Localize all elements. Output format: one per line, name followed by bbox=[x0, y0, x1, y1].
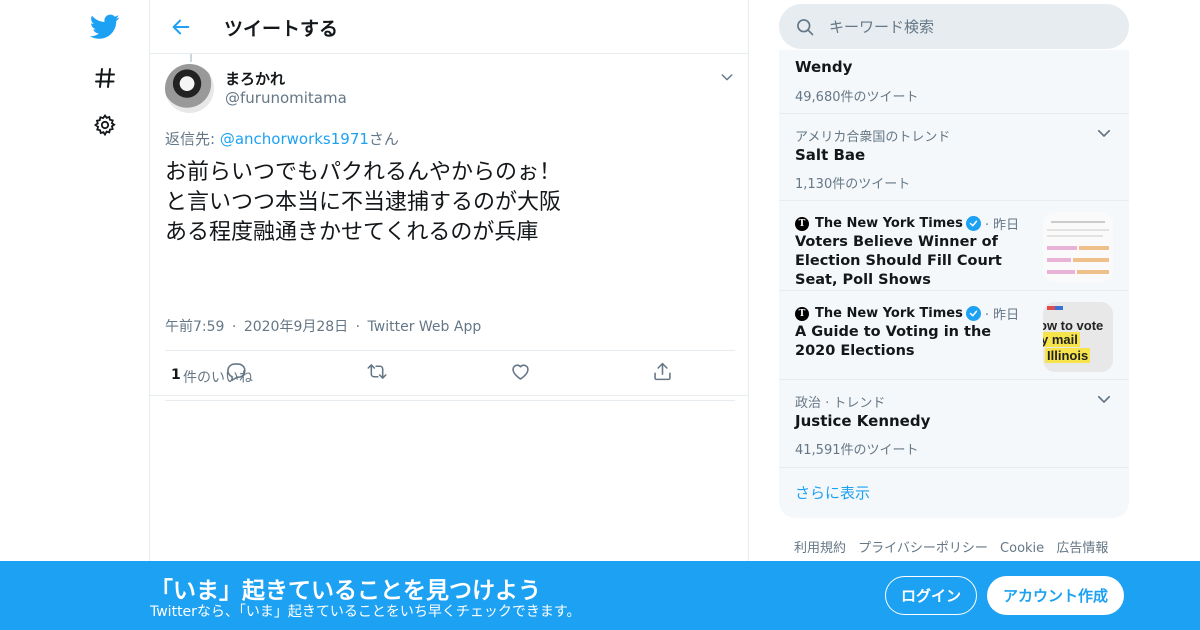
news-time: · 昨日 bbox=[984, 308, 1020, 323]
left-nav bbox=[80, 0, 150, 630]
news-headline: Voters Believe Winner of Election Should… bbox=[795, 234, 1002, 288]
search-input[interactable] bbox=[829, 14, 1109, 39]
tweet-time[interactable]: 午前7:59 bbox=[165, 319, 224, 335]
news-source: T The New York Times · 昨日 bbox=[795, 214, 1019, 233]
footer-link-cookie[interactable]: Cookie bbox=[1000, 541, 1044, 556]
main-header: ツイートする bbox=[150, 0, 748, 54]
thumb-line: ow to vote bbox=[1043, 318, 1104, 333]
news-time-value: 昨日 bbox=[993, 308, 1020, 323]
trend-item[interactable]: 政治 · トレンド Justice Kennedy 41,591件のツイート bbox=[779, 380, 1129, 468]
avatar[interactable] bbox=[165, 64, 214, 113]
news-source-name: The New York Times bbox=[815, 216, 963, 231]
thumb-line: Illinois bbox=[1045, 348, 1091, 363]
verified-badge-icon bbox=[965, 306, 981, 321]
gear-icon[interactable] bbox=[90, 110, 120, 140]
news-thumbnail bbox=[1043, 212, 1113, 282]
news-item[interactable]: T The New York Times · 昨日 A Guide to Vot… bbox=[779, 291, 1129, 380]
twitter-bird-icon[interactable] bbox=[90, 12, 120, 42]
footer-link-ads[interactable]: 広告情報 bbox=[1056, 541, 1108, 556]
search-box[interactable] bbox=[779, 4, 1129, 49]
hashtag-icon[interactable] bbox=[90, 63, 120, 93]
trend-count: 41,591件のツイート bbox=[795, 443, 919, 458]
page: ツイートする まろかれ @furunomitama 返信先: @anchorwo… bbox=[0, 0, 1200, 630]
tweet-text: お前らいつでもパクれるんやからのぉ！ と言いつつ本当に不当逮捕するのが大阪 ある… bbox=[165, 160, 562, 245]
banner-title: 「いま」起きていることを見つけよう bbox=[150, 578, 541, 604]
signup-banner: 「いま」起きていることを見つけよう Twitterなら、「いま」起きていることを… bbox=[0, 561, 1200, 630]
tweet-meta: 午前7:59 · 2020年9月28日 · Twitter Web App bbox=[165, 316, 484, 336]
reply-context: 返信先: @anchorworks1971さん bbox=[165, 128, 399, 149]
tweet-source[interactable]: Twitter Web App bbox=[368, 319, 482, 335]
meta-separator: · bbox=[231, 319, 237, 335]
news-source-name: The New York Times bbox=[815, 306, 963, 321]
trend-count: 49,680件のツイート bbox=[795, 90, 919, 105]
search-icon bbox=[797, 19, 814, 36]
footer-link-privacy[interactable]: プライバシーポリシー bbox=[858, 541, 988, 556]
login-button[interactable]: ログイン bbox=[885, 576, 977, 615]
flag-icon bbox=[1055, 306, 1063, 310]
chevron-down-icon[interactable] bbox=[1095, 390, 1113, 408]
trend-name: Wendy bbox=[795, 58, 853, 76]
news-headline: A Guide to Voting in the 2020 Elections bbox=[795, 324, 992, 359]
trend-name: Justice Kennedy bbox=[795, 412, 931, 430]
main-column: ツイートする まろかれ @furunomitama 返信先: @anchorwo… bbox=[149, 0, 749, 630]
trend-context: アメリカ合衆国のトレンド bbox=[795, 130, 951, 145]
trends-panel: Wendy 49,680件のツイート アメリカ合衆国のトレンド Salt Bae… bbox=[779, 50, 1129, 518]
flag-icon bbox=[1047, 306, 1055, 310]
chart-thumbnail-icon bbox=[1043, 212, 1113, 282]
trend-count: 1,130件のツイート bbox=[795, 177, 911, 192]
news-thumbnail: ow to vote y mail Illinois bbox=[1043, 302, 1113, 372]
trend-name: Salt Bae bbox=[795, 146, 866, 164]
news-item[interactable]: T The New York Times · 昨日 Voters Believe… bbox=[779, 201, 1129, 291]
footer-link-terms[interactable]: 利用規約 bbox=[794, 541, 846, 556]
thumb-line: y mail bbox=[1043, 332, 1080, 347]
author-name[interactable]: まろかれ bbox=[225, 68, 285, 89]
show-more-link[interactable]: さらに表示 bbox=[795, 482, 870, 503]
page-title: ツイートする bbox=[224, 18, 339, 40]
back-arrow-icon[interactable] bbox=[168, 14, 194, 40]
trend-item[interactable]: アメリカ合衆国のトレンド Salt Bae 1,130件のツイート bbox=[779, 114, 1129, 201]
trend-item[interactable]: Wendy 49,680件のツイート bbox=[779, 50, 1129, 114]
reply-suffix: さん bbox=[368, 130, 399, 148]
retweet-icon[interactable] bbox=[365, 359, 389, 383]
nyt-logo-icon: T bbox=[795, 216, 809, 231]
signup-button[interactable]: アカウント作成 bbox=[987, 576, 1124, 615]
chevron-down-icon[interactable] bbox=[716, 66, 738, 88]
chevron-down-icon[interactable] bbox=[1095, 124, 1113, 142]
footer-links: 利用規約 プライバシーポリシー Cookie 広告情報 bbox=[794, 537, 1116, 556]
reply-prefix: 返信先: bbox=[165, 130, 220, 148]
verified-badge-icon bbox=[965, 216, 981, 231]
reply-handle-link[interactable]: @anchorworks1971 bbox=[220, 130, 369, 148]
meta-separator: · bbox=[355, 319, 361, 335]
nyt-logo-icon: T bbox=[795, 306, 809, 321]
tweet-actions bbox=[150, 347, 749, 396]
heart-icon[interactable] bbox=[508, 359, 532, 383]
news-time-value: 昨日 bbox=[993, 218, 1020, 233]
news-time: · 昨日 bbox=[984, 218, 1020, 233]
thread-connector bbox=[190, 54, 192, 62]
reply-icon[interactable] bbox=[224, 359, 248, 383]
banner-subtitle: Twitterなら、「いま」起きていることをいち早くチェックできます。 bbox=[150, 604, 581, 620]
author-handle[interactable]: @furunomitama bbox=[225, 89, 347, 107]
news-source: T The New York Times · 昨日 bbox=[795, 304, 1019, 323]
trend-context: 政治 · トレンド bbox=[795, 396, 886, 411]
share-icon[interactable] bbox=[650, 359, 674, 383]
tweet-date[interactable]: 2020年9月28日 bbox=[244, 319, 348, 335]
